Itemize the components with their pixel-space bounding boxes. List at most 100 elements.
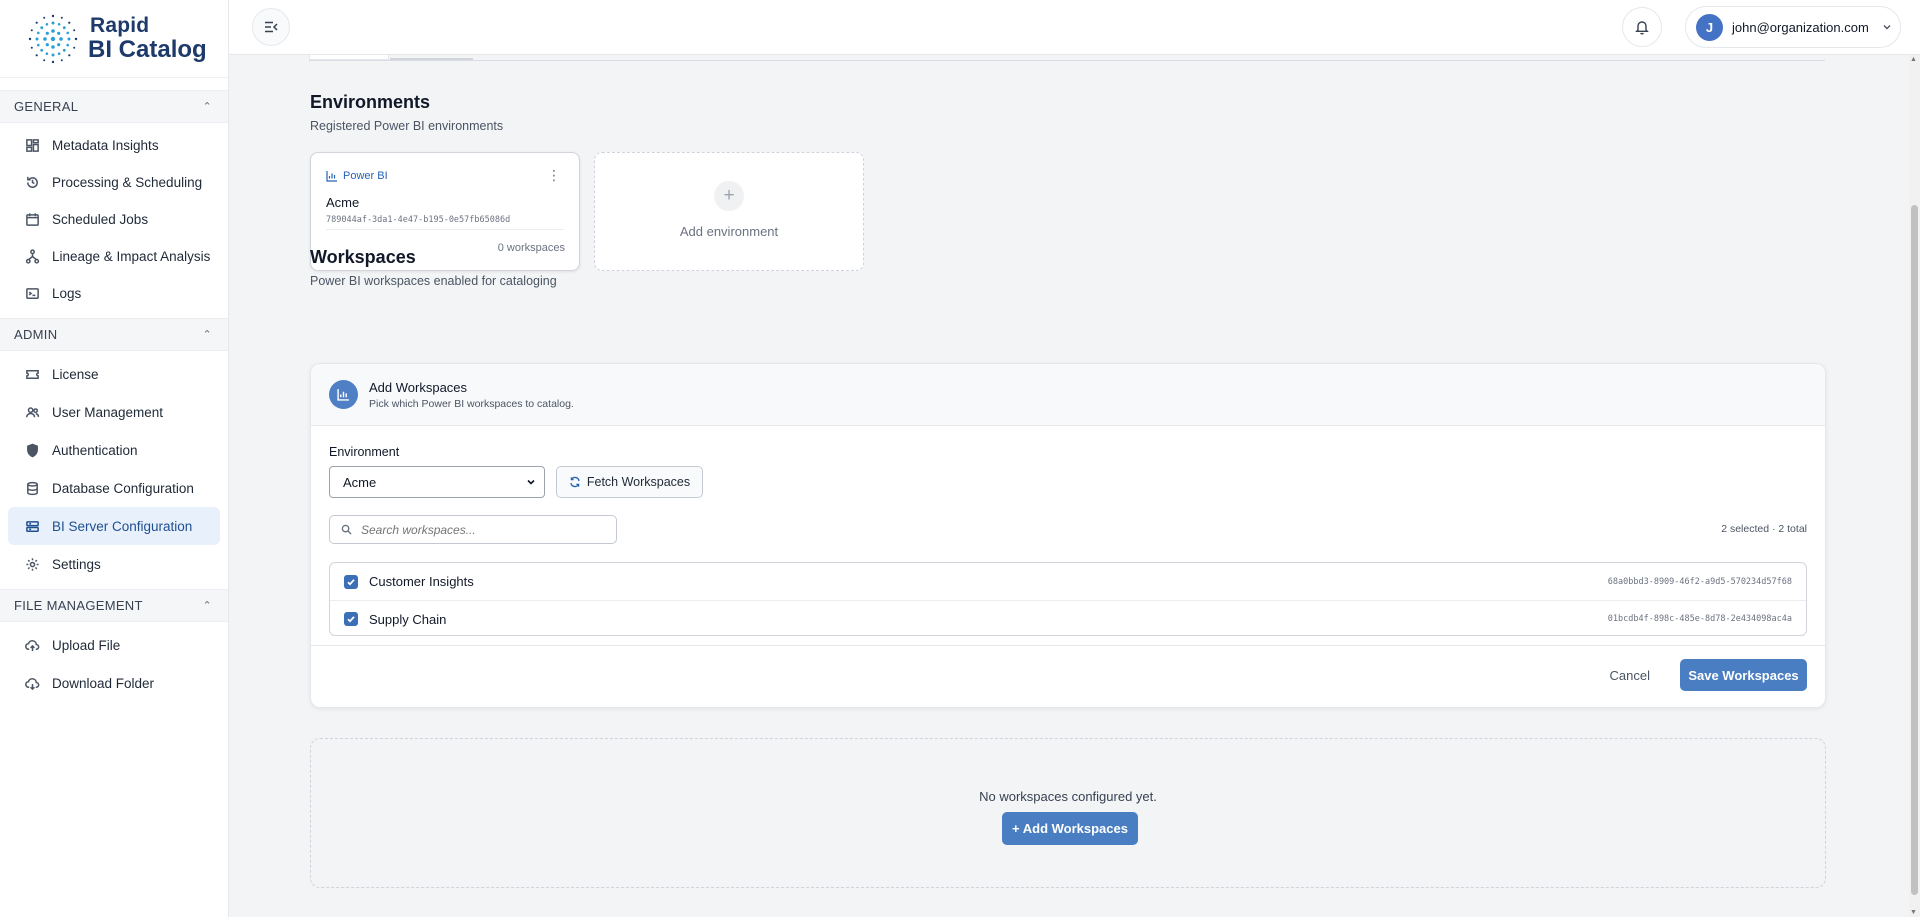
sidebar-item-database-configuration[interactable]: Database Configuration: [8, 469, 220, 507]
fetch-workspaces-button[interactable]: Fetch Workspaces: [556, 466, 703, 498]
sidebar-item-lineage[interactable]: Lineage & Impact Analysis: [8, 238, 220, 275]
sidebar-item-authentication[interactable]: Authentication: [8, 431, 220, 469]
sidebar-item-bi-server-configuration[interactable]: BI Server Configuration: [8, 507, 220, 545]
gear-icon: [24, 556, 40, 572]
brand-line2: BI Catalog: [88, 36, 207, 63]
avatar: J: [1696, 13, 1723, 41]
refresh-clock-icon: [24, 175, 40, 191]
selection-count: 2 selected · 2 total: [1721, 523, 1807, 535]
chart-icon: [329, 380, 358, 409]
section-file-management-header[interactable]: FILE MANAGEMENT ⌃: [0, 589, 228, 622]
workspace-name: Supply Chain: [369, 611, 447, 627]
nav-general: Metadata Insights Processing & Schedulin…: [0, 123, 228, 318]
panel-header: Add Workspaces Pick which Power BI works…: [311, 364, 1825, 426]
sidebar-toggle-button[interactable]: [252, 8, 290, 46]
check-icon: [347, 578, 355, 586]
empty-state: No workspaces configured yet. + Add Work…: [310, 738, 1826, 888]
sidebar-item-logs[interactable]: Logs: [8, 275, 220, 312]
database-icon: [24, 480, 40, 496]
terminal-icon: [24, 286, 40, 302]
page-scrollbar[interactable]: ▲ ▼: [1909, 55, 1920, 917]
sidebar-item-label: User Management: [52, 404, 164, 420]
chevron-down-icon: [527, 479, 535, 485]
more-options-icon[interactable]: ⋮: [547, 167, 561, 184]
fetch-workspaces-label: Fetch Workspaces: [586, 475, 691, 489]
sidebar-item-download-folder[interactable]: Download Folder: [8, 664, 220, 702]
workspace-search[interactable]: [329, 515, 617, 544]
users-icon: [24, 404, 40, 420]
sidebar-item-upload-file[interactable]: Upload File: [8, 626, 220, 664]
search-input[interactable]: [361, 522, 601, 537]
cloud-upload-icon: [24, 637, 40, 653]
environment-field-label: Environment: [329, 445, 400, 459]
add-workspaces-panel: Add Workspaces Pick which Power BI works…: [310, 363, 1826, 708]
workspaces-title: Workspaces: [310, 247, 416, 267]
app-logo[interactable]: Rapid BI Catalog: [0, 0, 228, 78]
chart-icon: [326, 171, 337, 182]
user-menu-button[interactable]: J john@organization.com: [1685, 6, 1901, 48]
tab-current[interactable]: [390, 55, 473, 60]
scroll-down-icon[interactable]: ▼: [1910, 909, 1917, 916]
checkbox-checked[interactable]: [344, 574, 358, 589]
add-workspaces-button[interactable]: + Add Workspaces: [1002, 812, 1138, 845]
workspaces-subtitle: Power BI workspaces enabled for catalogi…: [310, 274, 557, 288]
chevron-down-icon: [1883, 25, 1891, 30]
sidebar-item-license[interactable]: License: [8, 355, 220, 393]
check-icon: [347, 616, 355, 623]
workspace-count: 0 workspaces: [497, 242, 565, 254]
sidebar-item-label: BI Server Configuration: [52, 518, 193, 534]
brand-name: Rapid BI Catalog: [88, 15, 207, 62]
sidebar-item-label: Scheduled Jobs: [52, 212, 149, 227]
logo-burst-icon: [28, 14, 78, 63]
notifications-button[interactable]: [1622, 7, 1662, 47]
sidebar: Rapid BI Catalog GENERAL ⌃ Metadata Insi…: [0, 0, 229, 917]
section-title: ADMIN: [14, 327, 58, 342]
tab-previous[interactable]: [309, 55, 389, 60]
scroll-up-icon[interactable]: ▲: [1910, 56, 1917, 63]
sidebar-item-metadata-insights[interactable]: Metadata Insights: [8, 127, 220, 164]
plus-icon: +: [714, 181, 744, 211]
server-icon: [24, 518, 40, 534]
environment-select[interactable]: Acme: [329, 466, 545, 498]
workspace-id: 68a0bbd3-8909-46f2-a9d5-570234d57f68: [1607, 576, 1792, 587]
workspace-list: Customer Insights 68a0bbd3-8909-46f2-a9d…: [329, 562, 1807, 636]
card-divider: [326, 229, 564, 230]
environments-title: Environments: [310, 92, 431, 112]
sidebar-item-scheduled-jobs[interactable]: Scheduled Jobs: [8, 201, 220, 238]
list-item[interactable]: Supply Chain 01bcdb4f-898c-485e-8d78-2e4…: [330, 600, 1806, 637]
refresh-icon: [570, 476, 580, 488]
sidebar-item-label: Metadata Insights: [52, 138, 159, 153]
sidebar-item-user-management[interactable]: User Management: [8, 393, 220, 431]
scrollbar-thumb[interactable]: [1911, 205, 1918, 895]
search-icon: [341, 524, 352, 535]
environments-subtitle: Registered Power BI environments: [310, 119, 504, 133]
sidebar-item-processing-scheduling[interactable]: Processing & Scheduling: [8, 164, 220, 201]
shield-icon: [24, 442, 40, 458]
bell-icon: [1635, 21, 1649, 35]
section-admin-header[interactable]: ADMIN ⌃: [0, 318, 228, 351]
lineage-icon: [24, 249, 40, 265]
environment-type: Power BI: [326, 170, 388, 182]
sidebar-item-label: Settings: [52, 556, 101, 572]
empty-message: No workspaces configured yet.: [979, 789, 1157, 804]
section-general-header[interactable]: GENERAL ⌃: [0, 90, 228, 123]
user-email: john@organization.com: [1732, 19, 1869, 35]
section-title: FILE MANAGEMENT: [14, 598, 143, 613]
add-environment-card[interactable]: + Add environment: [594, 152, 864, 271]
sidebar-item-label: Processing & Scheduling: [52, 175, 203, 190]
sidebar-item-label: Upload File: [52, 637, 121, 653]
cancel-button[interactable]: Cancel: [1610, 668, 1650, 683]
checkbox-checked[interactable]: [344, 612, 358, 626]
section-title: GENERAL: [14, 99, 79, 114]
panel-footer: Cancel Save Workspaces: [311, 645, 1825, 707]
sidebar-item-label: Download Folder: [52, 675, 155, 691]
sidebar-item-label: Logs: [52, 286, 82, 301]
add-environment-label: Add environment: [679, 224, 779, 239]
sidebar-item-settings[interactable]: Settings: [8, 545, 220, 583]
panel-subtitle: Pick which Power BI workspaces to catalo…: [369, 398, 574, 410]
collapse-menu-icon: [265, 21, 278, 33]
list-item[interactable]: Customer Insights 68a0bbd3-8909-46f2-a9d…: [330, 563, 1806, 600]
save-workspaces-button[interactable]: Save Workspaces: [1680, 659, 1807, 691]
calendar-icon: [24, 212, 40, 228]
ticket-icon: [24, 366, 40, 382]
